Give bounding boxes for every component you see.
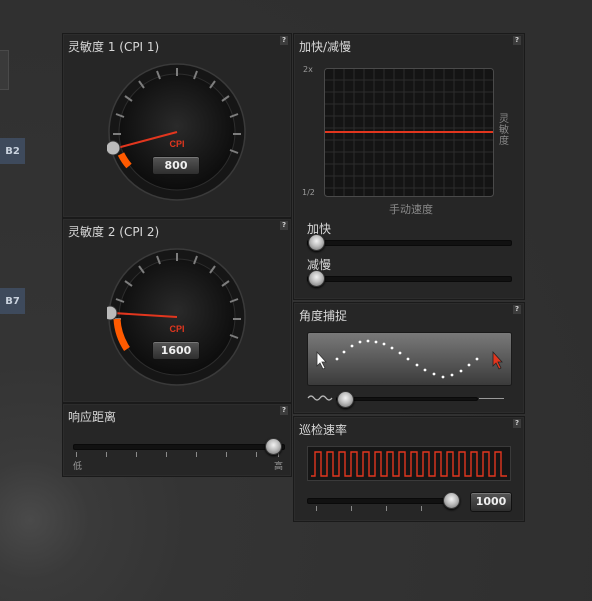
side-edge-box [0, 50, 9, 90]
response-slider-knob[interactable] [265, 438, 282, 455]
gauge-knob [107, 140, 121, 156]
tick [316, 506, 317, 511]
accel-y-top: 2x [303, 65, 313, 74]
tick [421, 506, 422, 511]
sensitivity2-title: 灵敏度 2 (CPI 2) [68, 225, 160, 239]
angle-slider-knob[interactable] [337, 391, 354, 408]
angle-line-icon [479, 398, 504, 399]
wave-icon [307, 395, 333, 401]
response-high-label: 高 [274, 462, 284, 472]
response-panel: 响应距离 ? 低 高 [62, 403, 292, 477]
sensitivity1-panel: 灵敏度 1 (CPI 1) ? CPI 800 [62, 33, 292, 218]
side-tab-b2[interactable]: B2 [0, 138, 25, 164]
gauge-unit-label: CPI [169, 324, 184, 334]
angle-preview [307, 332, 512, 386]
help-icon[interactable]: ? [280, 221, 288, 230]
accel-panel: 加快/减慢 ? 2x 1/2 灵敏度 手动速度 加快 减慢 [293, 33, 525, 300]
tick [166, 452, 167, 457]
tick [351, 506, 352, 511]
polling-value[interactable]: 1000 [470, 492, 512, 512]
angle-slider-track[interactable] [336, 397, 478, 401]
tick [76, 452, 77, 457]
tick [196, 452, 197, 457]
accel-slider-knob[interactable] [308, 234, 325, 251]
polling-slider-knob[interactable] [443, 492, 460, 509]
help-icon[interactable]: ? [513, 419, 521, 428]
help-icon[interactable]: ? [513, 305, 521, 314]
decel-slider-knob[interactable] [308, 270, 325, 287]
accel-slider-track[interactable] [307, 240, 512, 246]
help-icon[interactable]: ? [513, 36, 521, 45]
accel-y-bottom: 1/2 [302, 188, 315, 197]
response-title: 响应距离 [68, 410, 117, 424]
accel-title: 加快/减慢 [299, 40, 352, 54]
sensitivity2-value[interactable]: 1600 [152, 341, 200, 360]
polling-panel: 巡检速率 ? 1000 [293, 416, 525, 522]
gauge-knob [107, 305, 118, 321]
accel-graph[interactable] [324, 68, 494, 197]
accel-x-label: 手动速度 [389, 203, 433, 216]
gauge-unit-label: CPI [169, 139, 184, 149]
angle-title: 角度捕捉 [299, 309, 348, 323]
angle-panel: 角度捕捉 ? [293, 302, 525, 414]
tick [226, 452, 227, 457]
polling-slider-track[interactable] [307, 498, 457, 504]
response-low-label: 低 [73, 462, 83, 472]
tick [256, 452, 257, 457]
help-icon[interactable]: ? [280, 406, 288, 415]
tick [106, 452, 107, 457]
tick [136, 452, 137, 457]
decel-slider-track[interactable] [307, 276, 512, 282]
sensitivity2-gauge[interactable]: CPI [107, 247, 247, 387]
side-tab-b7[interactable]: B7 [0, 288, 25, 314]
sensitivity1-gauge[interactable]: CPI [107, 62, 247, 202]
help-icon[interactable]: ? [280, 36, 288, 45]
accel-y-label: 灵敏度 [499, 114, 509, 147]
sensitivity1-value[interactable]: 800 [152, 156, 200, 175]
sensitivity2-panel: 灵敏度 2 (CPI 2) ? CPI 1600 [62, 218, 292, 403]
polling-waveform [307, 446, 511, 481]
response-slider-track[interactable] [73, 444, 285, 450]
tick [386, 506, 387, 511]
polling-title: 巡检速率 [299, 423, 348, 437]
sensitivity1-title: 灵敏度 1 (CPI 1) [68, 40, 160, 54]
